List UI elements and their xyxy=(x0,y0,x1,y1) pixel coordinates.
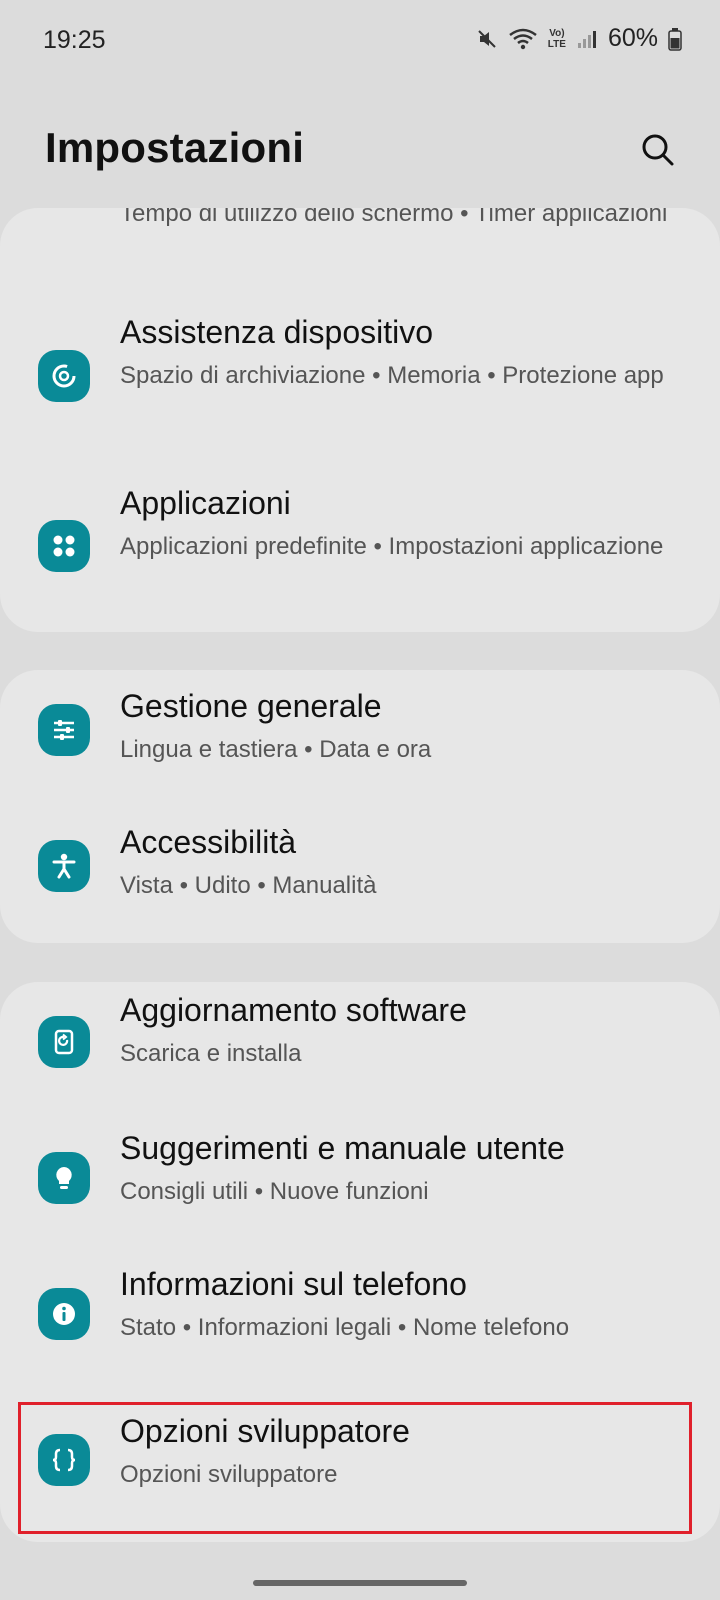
list-item-applications[interactable]: Applicazioni Applicazioni predefinite • … xyxy=(0,473,720,632)
volte-label-bottom: LTE xyxy=(547,38,566,50)
list-item-title: Applicazioni xyxy=(120,485,291,521)
list-item-software-update[interactable]: Aggiornamento software Scarica e install… xyxy=(0,982,720,1118)
list-item-subtitle: Scarica e installa xyxy=(120,1040,302,1067)
list-item-subtitle: Applicazioni predefinite • Impostazioni … xyxy=(120,533,664,560)
list-item-phone-info[interactable]: Informazioni sul telefono Stato • Inform… xyxy=(0,1254,720,1390)
list-item-subtitle: Stato • Informazioni legali • Nome telef… xyxy=(120,1314,570,1341)
battery-icon xyxy=(668,27,682,51)
accessibility-icon xyxy=(38,840,90,892)
list-item-screen-time[interactable]: Tempo di utilizzo dello schermo • Timer … xyxy=(0,208,720,268)
sliders-icon xyxy=(38,704,90,756)
status-time: 19:25 xyxy=(43,26,106,54)
software-update-icon xyxy=(38,1016,90,1068)
list-item-accessibility[interactable]: Accessibilità Vista • Udito • Manualità xyxy=(0,806,720,942)
list-item-subtitle: Tempo di utilizzo dello schermo • Timer … xyxy=(120,208,668,227)
info-icon xyxy=(38,1288,90,1340)
device-care-icon xyxy=(38,350,90,402)
page-title: Impostazioni xyxy=(45,124,305,171)
settings-section-1: Tempo di utilizzo dello schermo • Timer … xyxy=(0,208,720,632)
battery-percent: 60% xyxy=(607,24,658,52)
list-item-title: Suggerimenti e manuale utente xyxy=(120,1130,565,1166)
lightbulb-icon xyxy=(38,1152,90,1204)
list-item-subtitle: Lingua e tastiera • Data e ora xyxy=(120,736,432,763)
list-item-general-management[interactable]: Gestione generale Lingua e tastiera • Da… xyxy=(0,670,720,806)
list-item-subtitle: Spazio di archiviazione • Memoria • Prot… xyxy=(120,362,664,389)
status-icons: Vo) LTE 60% xyxy=(476,24,682,53)
wifi-icon xyxy=(508,27,538,51)
list-item-title: Informazioni sul telefono xyxy=(120,1266,467,1302)
list-item-title: Assistenza dispositivo xyxy=(120,314,434,350)
signal-icon xyxy=(576,28,598,50)
list-item-subtitle: Vista • Udito • Manualità xyxy=(120,872,377,899)
apps-icon xyxy=(38,520,90,572)
status-bar: 19:25 Vo) LTE 60% xyxy=(0,0,720,80)
volte-label-top: Vo) xyxy=(549,27,565,39)
search-button[interactable] xyxy=(636,128,680,172)
list-item-title: Gestione generale xyxy=(120,688,382,724)
list-item-title: Accessibilità xyxy=(120,824,297,860)
navigation-gesture-bar[interactable] xyxy=(253,1580,467,1586)
list-item-title: Aggiornamento software xyxy=(120,992,467,1028)
settings-section-2: Gestione generale Lingua e tastiera • Da… xyxy=(0,670,720,943)
list-item-device-care[interactable]: Assistenza dispositivo Spazio di archivi… xyxy=(0,303,720,463)
mute-icon xyxy=(476,28,498,50)
highlight-annotation xyxy=(18,1402,692,1534)
list-item-subtitle: Consigli utili • Nuove funzioni xyxy=(120,1178,429,1205)
list-item-tips-manual[interactable]: Suggerimenti e manuale utente Consigli u… xyxy=(0,1118,720,1254)
search-icon xyxy=(642,134,674,166)
volte-icon: Vo) LTE xyxy=(548,28,566,50)
